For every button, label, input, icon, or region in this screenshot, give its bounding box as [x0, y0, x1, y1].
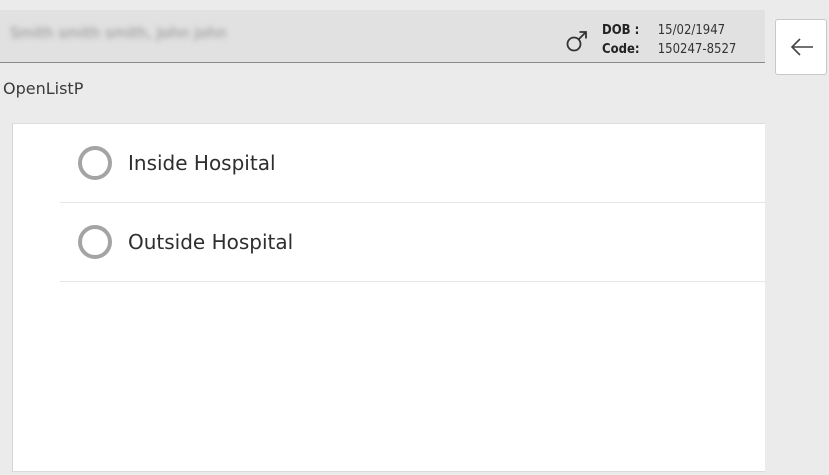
header-divider: [0, 62, 765, 63]
back-button[interactable]: [775, 19, 827, 75]
dob-value: 15/02/1947: [657, 23, 726, 38]
male-symbol-icon: [564, 26, 592, 54]
option-label: Outside Hospital: [128, 230, 294, 254]
patient-identifiers: DOB : 15/02/1947 Code: 150247-8527: [602, 21, 736, 59]
list-title: OpenListP: [3, 79, 84, 98]
code-value: 150247-8527: [657, 42, 737, 57]
arrow-left-icon: [790, 38, 813, 56]
dob-row: DOB : 15/02/1947: [602, 21, 736, 40]
option-outside-hospital[interactable]: Outside Hospital: [60, 203, 766, 282]
dob-label: DOB :: [602, 23, 640, 38]
radio-button[interactable]: [78, 146, 112, 180]
patient-header: Smith smith smith, John john DOB : 15/02…: [0, 10, 765, 62]
code-row: Code: 150247-8527: [602, 40, 736, 59]
option-label: Inside Hospital: [128, 151, 276, 175]
radio-button[interactable]: [78, 225, 112, 259]
code-label: Code:: [602, 42, 640, 57]
right-side-strip: [765, 10, 829, 475]
patient-name: Smith smith smith, John john: [10, 24, 227, 42]
app-frame: Smith smith smith, John john DOB : 15/02…: [0, 0, 829, 475]
option-inside-hospital[interactable]: Inside Hospital: [60, 124, 766, 203]
options-panel: Inside Hospital Outside Hospital: [12, 123, 766, 472]
